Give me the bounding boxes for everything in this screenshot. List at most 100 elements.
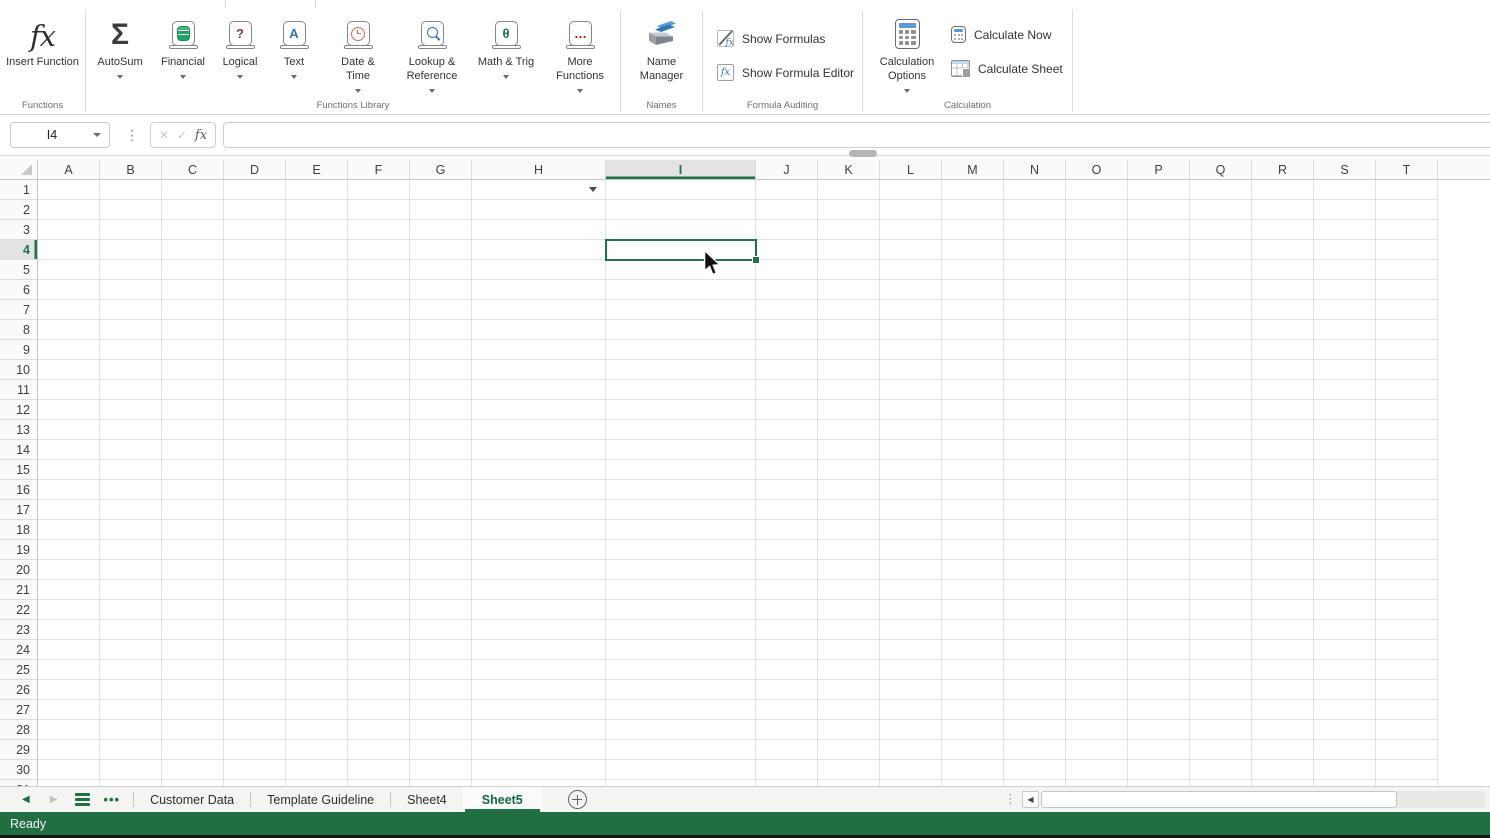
- column-header-B[interactable]: B: [100, 160, 162, 179]
- column-header-K[interactable]: K: [818, 160, 880, 179]
- row-header-8[interactable]: 8: [0, 320, 37, 340]
- column-headers: ABCDEFGHIJKLMNOPQRST: [38, 160, 1490, 180]
- row-header-28[interactable]: 28: [0, 720, 37, 740]
- horizontal-scrollbar-thumb[interactable]: [1041, 791, 1397, 808]
- lookup-reference-button[interactable]: Lookup & Reference: [394, 10, 470, 93]
- fill-handle[interactable]: [752, 256, 760, 264]
- column-header-G[interactable]: G: [410, 160, 472, 179]
- row-header-18[interactable]: 18: [0, 520, 37, 540]
- excel-window: fx Insert Function Functions Σ AutoSum F…: [0, 0, 1490, 838]
- row-header-3[interactable]: 3: [0, 220, 37, 240]
- name-manager-button[interactable]: Name Manager: [624, 10, 700, 84]
- row-header-20[interactable]: 20: [0, 560, 37, 580]
- insert-function-fx-icon[interactable]: fx: [195, 128, 207, 143]
- row-header-7[interactable]: 7: [0, 300, 37, 320]
- sheet-tab-customer-data[interactable]: Customer Data: [134, 787, 250, 812]
- tab-scroll-right-icon[interactable]: ▶: [50, 795, 58, 805]
- math-trig-button[interactable]: θ Math & Trig: [470, 10, 542, 79]
- sheet-cells[interactable]: [38, 180, 1438, 786]
- column-header-Q[interactable]: Q: [1190, 160, 1252, 179]
- tab-scroll-left-icon[interactable]: ◀: [22, 795, 30, 805]
- select-all-corner[interactable]: [0, 160, 38, 180]
- calculation-options-button[interactable]: Calculation Options: [863, 10, 951, 93]
- group-label-functions: Functions: [0, 100, 85, 111]
- column-header-R[interactable]: R: [1252, 160, 1314, 179]
- date-time-button[interactable]: Date & Time: [322, 10, 394, 93]
- group-label-functions-library: Functions Library: [86, 100, 620, 111]
- row-header-13[interactable]: 13: [0, 420, 37, 440]
- row-header-22[interactable]: 22: [0, 600, 37, 620]
- column-header-A[interactable]: A: [38, 160, 100, 179]
- enter-icon[interactable]: ✓: [177, 128, 187, 142]
- column-header-M[interactable]: M: [942, 160, 1004, 179]
- financial-book-icon: [172, 21, 195, 46]
- calculate-sheet-label: Calculate Sheet: [978, 62, 1063, 76]
- column-header-L[interactable]: L: [880, 160, 942, 179]
- formula-bar-drag-handle[interactable]: ⋮: [125, 128, 139, 142]
- row-header-9[interactable]: 9: [0, 340, 37, 360]
- column-header-C[interactable]: C: [162, 160, 224, 179]
- more-functions-button[interactable]: … More Functions: [542, 10, 618, 93]
- column-header-O[interactable]: O: [1066, 160, 1128, 179]
- selected-cell-I4[interactable]: [605, 239, 757, 261]
- show-formulas-button[interactable]: Show Formulas: [717, 30, 862, 47]
- insert-function-button[interactable]: fx Insert Function: [3, 10, 83, 70]
- sheet-tab-sheet5-active[interactable]: Sheet5: [463, 787, 542, 812]
- dropdown-arrow-icon: [503, 75, 509, 79]
- column-header-I[interactable]: I: [606, 160, 756, 179]
- scroll-left-button[interactable]: ◀: [1022, 791, 1039, 808]
- row-header-19[interactable]: 19: [0, 540, 37, 560]
- financial-button[interactable]: Financial: [152, 10, 214, 79]
- tab-overflow-ellipsis-icon[interactable]: •••: [103, 792, 120, 807]
- column-header-P[interactable]: P: [1128, 160, 1190, 179]
- row-header-1[interactable]: 1: [0, 180, 37, 200]
- row-header-23[interactable]: 23: [0, 620, 37, 640]
- row-header-6[interactable]: 6: [0, 280, 37, 300]
- column-header-F[interactable]: F: [348, 160, 410, 179]
- column-header-D[interactable]: D: [224, 160, 286, 179]
- row-header-4[interactable]: 4: [0, 240, 37, 260]
- row-header-5[interactable]: 5: [0, 260, 37, 280]
- scrollbar-drag-handle[interactable]: ⋮: [1004, 790, 1017, 808]
- row-header-17[interactable]: 17: [0, 500, 37, 520]
- show-formula-editor-icon: fx: [717, 64, 734, 81]
- row-header-16[interactable]: 16: [0, 480, 37, 500]
- row-header-27[interactable]: 27: [0, 700, 37, 720]
- row-header-21[interactable]: 21: [0, 580, 37, 600]
- row-header-10[interactable]: 10: [0, 360, 37, 380]
- formula-input[interactable]: [223, 122, 1490, 148]
- row-header-2[interactable]: 2: [0, 200, 37, 220]
- column-header-H[interactable]: H: [472, 160, 606, 179]
- show-formula-editor-button[interactable]: fx Show Formula Editor: [717, 64, 862, 81]
- sheet-tab-template-guideline[interactable]: Template Guideline: [251, 787, 390, 812]
- calculate-now-button[interactable]: Calculate Now: [951, 26, 1063, 43]
- column-header-T[interactable]: T: [1376, 160, 1438, 179]
- row-header-15[interactable]: 15: [0, 460, 37, 480]
- row-header-26[interactable]: 26: [0, 680, 37, 700]
- name-box[interactable]: I4: [10, 122, 110, 148]
- sheet-tab-sheet4[interactable]: Sheet4: [391, 787, 463, 812]
- row-header-29[interactable]: 29: [0, 740, 37, 760]
- cell-dropdown-arrow-icon[interactable]: [589, 187, 597, 192]
- formula-bar-resize-handle[interactable]: [849, 150, 877, 157]
- column-header-S[interactable]: S: [1314, 160, 1376, 179]
- dropdown-arrow-icon: [355, 89, 361, 93]
- row-header-24[interactable]: 24: [0, 640, 37, 660]
- row-header-12[interactable]: 12: [0, 400, 37, 420]
- row-header-30[interactable]: 30: [0, 760, 37, 780]
- text-button[interactable]: A Text: [266, 10, 322, 79]
- row-header-14[interactable]: 14: [0, 440, 37, 460]
- sheet-list-menu-icon[interactable]: [75, 793, 90, 806]
- financial-label: Financial: [161, 56, 205, 70]
- column-header-E[interactable]: E: [286, 160, 348, 179]
- cancel-icon[interactable]: ✕: [159, 128, 169, 142]
- column-header-J[interactable]: J: [756, 160, 818, 179]
- row-header-11[interactable]: 11: [0, 380, 37, 400]
- add-sheet-button[interactable]: [568, 790, 587, 809]
- row-header-25[interactable]: 25: [0, 660, 37, 680]
- autosum-button[interactable]: Σ AutoSum: [88, 10, 152, 79]
- logical-button[interactable]: ? Logical: [214, 10, 266, 79]
- calculate-sheet-button[interactable]: Calculate Sheet: [951, 60, 1063, 77]
- column-header-N[interactable]: N: [1004, 160, 1066, 179]
- date-time-label: Date & Time: [332, 56, 384, 84]
